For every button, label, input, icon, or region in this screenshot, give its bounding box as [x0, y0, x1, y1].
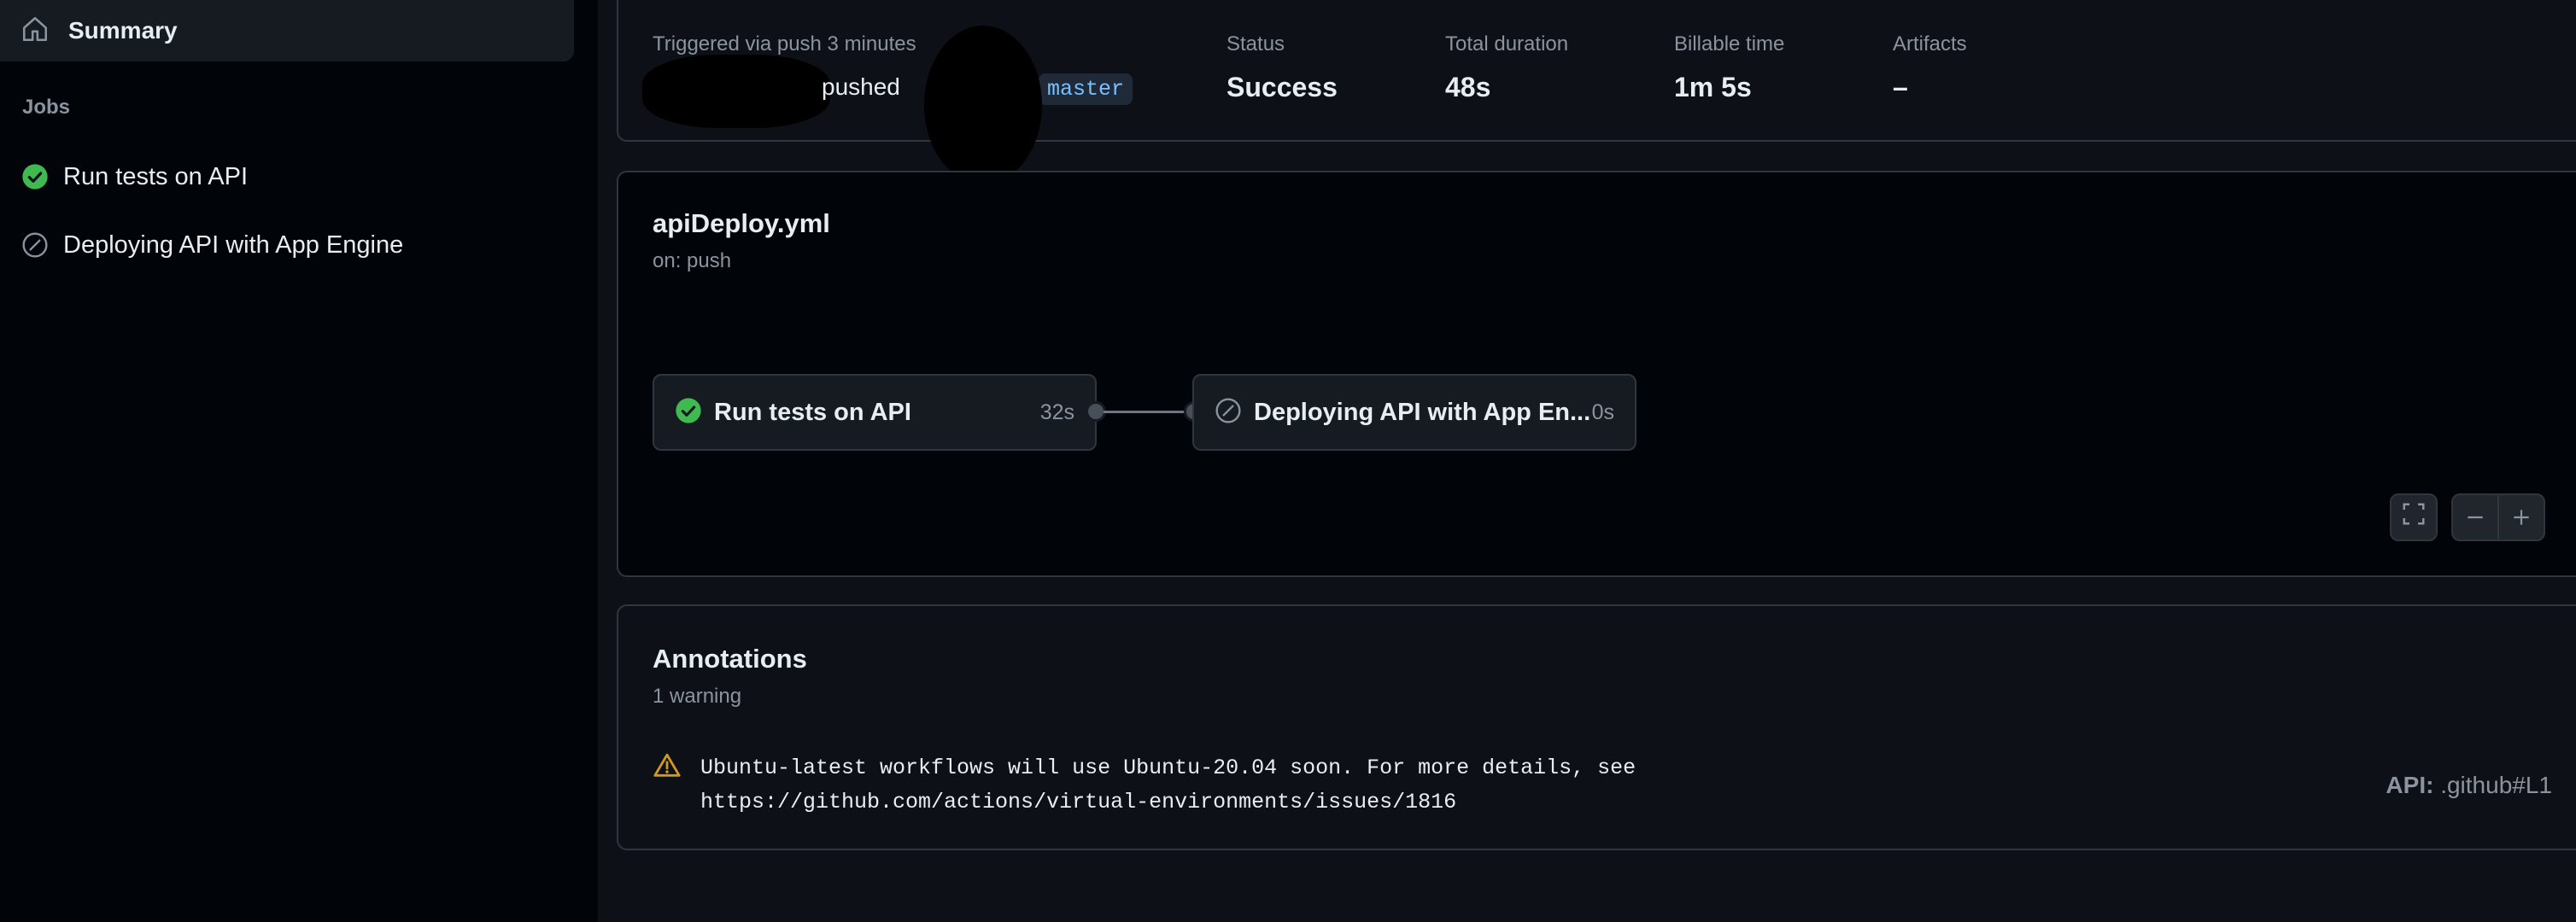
redacted-avatar	[642, 55, 830, 128]
annotations-count: 1 warning	[653, 685, 742, 708]
sidebar-item-label: Summary	[68, 17, 178, 44]
warning-icon	[653, 751, 682, 820]
job-node-name: Deploying API with App En...	[1254, 398, 1591, 426]
zoom-out-icon	[2468, 516, 2483, 519]
workflow-trigger: on: push	[653, 249, 732, 272]
check-circle-icon	[20, 162, 50, 191]
check-circle-icon	[675, 397, 702, 429]
annotation-message: Ubuntu-latest workflows will use Ubuntu-…	[700, 756, 1636, 814]
branch-label[interactable]: master	[1039, 73, 1133, 105]
duration-value: 48s	[1445, 72, 1491, 102]
home-icon	[20, 15, 50, 48]
jobs-heading: Jobs	[22, 96, 71, 119]
sidebar-item-summary[interactable]: Summary	[0, 0, 574, 61]
job-node-run-tests[interactable]: Run tests on API 32s	[653, 374, 1097, 451]
job-node-name: Run tests on API	[714, 398, 911, 426]
status-label: Status	[1227, 32, 1285, 55]
skip-icon	[20, 230, 50, 260]
sidebar-item-label: Deploying API with App Engine	[63, 230, 404, 259]
zoom-in-button[interactable]	[2499, 506, 2544, 528]
billable-label: Billable time	[1674, 32, 1785, 55]
annotations-title: Annotations	[653, 644, 807, 674]
annotation-location[interactable]: API: .github#L1	[2386, 772, 2552, 799]
run-summary-card	[617, 0, 2576, 142]
job-node-duration: 0s	[1591, 400, 1614, 424]
billable-value: 1m 5s	[1674, 72, 1752, 102]
job-node-deploy[interactable]: Deploying API with App En... 0s	[1192, 374, 1636, 451]
trigger-text: Triggered via push 3 minutes	[653, 32, 916, 55]
artifacts-value: –	[1893, 72, 1908, 102]
artifacts-label: Artifacts	[1893, 32, 1967, 55]
job-node-duration: 32s	[1039, 400, 1074, 424]
zoom-in-icon	[2514, 510, 2529, 525]
sidebar-item-deploy[interactable]: Deploying API with App Engine	[20, 230, 403, 260]
annotation-location-prefix: API:	[2386, 772, 2434, 798]
pushed-text: pushed	[822, 73, 900, 100]
workflow-file-name[interactable]: apiDeploy.yml	[653, 208, 830, 239]
fullscreen-icon	[2401, 501, 2427, 534]
sidebar-item-label: Run tests on API	[63, 162, 249, 190]
duration-label: Total duration	[1445, 32, 1569, 55]
status-value: Success	[1227, 72, 1338, 102]
zoom-out-button[interactable]	[2453, 495, 2499, 540]
annotation-item: Ubuntu-latest workflows will use Ubuntu-…	[653, 751, 2084, 820]
sidebar: Summary Jobs Run tests on API Deploying …	[0, 0, 598, 922]
skip-icon	[1215, 397, 1242, 429]
sidebar-item-run-tests[interactable]: Run tests on API	[20, 162, 248, 191]
job-connector	[1104, 411, 1192, 413]
fullscreen-button[interactable]	[2390, 493, 2438, 541]
zoom-controls	[2451, 493, 2545, 541]
annotation-location-file: .github#L1	[2440, 772, 2552, 798]
redacted-commit	[924, 26, 1042, 184]
